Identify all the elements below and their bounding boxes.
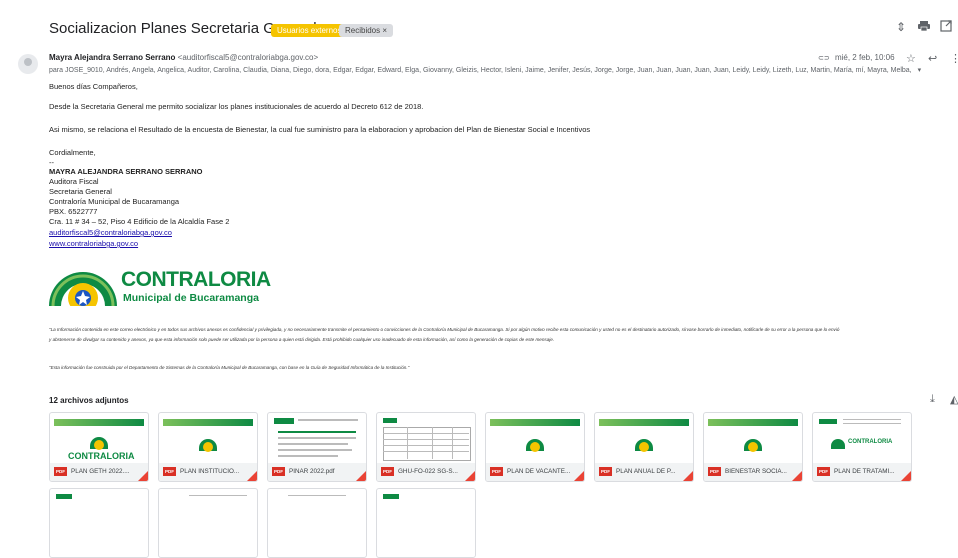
- attachment-filename: PDF PLAN GETH 2022....: [50, 463, 148, 481]
- attachment-card[interactable]: CONTRALORIA PDF PLAN DE TRATAMI...: [812, 412, 912, 482]
- signature-line: Secretaria General: [49, 187, 112, 196]
- signature-email-link[interactable]: auditorfiscal5@contraloriabga.gov.co: [49, 228, 172, 237]
- open-new-icon[interactable]: [940, 20, 952, 35]
- attachment-thumbnail: CONTRALORIA: [50, 413, 148, 463]
- recipients-list: para JOSE_9010, Andrés, Angela, Angelica…: [49, 67, 912, 74]
- contraloria-logo-icon: [49, 262, 117, 313]
- filename-text: BIENESTAR SOCIA...: [725, 468, 787, 475]
- attachment-card[interactable]: PDF PINAR 2022.pdf: [267, 412, 367, 482]
- signature-line: PBX. 6522777: [49, 207, 98, 216]
- thumb-logo-text: CONTRALORIA: [848, 439, 893, 445]
- attachment-card[interactable]: PDF PLAN INSTITUCIO...: [158, 412, 258, 482]
- reply-icon[interactable]: ↩: [928, 52, 937, 65]
- attachment-filename: PDF GHU-FO-022 SG-S...: [377, 463, 475, 481]
- recipients-line[interactable]: para JOSE_9010, Andrés, Angela, Angelica…: [49, 66, 921, 74]
- print-icon[interactable]: [918, 20, 930, 35]
- attachment-card[interactable]: CONTRALORIA PDF PLAN GETH 2022....: [49, 412, 149, 482]
- up-down-icon[interactable]: ⇕: [896, 20, 906, 34]
- filename-text: PLAN DE TRATAMI...: [834, 468, 895, 475]
- attachment-thumbnail: [595, 413, 693, 463]
- pdf-icon: PDF: [272, 466, 285, 476]
- attachments-title: 12 archivos adjuntos: [49, 396, 129, 405]
- more-icon[interactable]: ⋮: [950, 52, 958, 65]
- attachment-card[interactable]: PDF GHU-FO-022 SG-S...: [376, 412, 476, 482]
- pdf-icon: PDF: [381, 466, 394, 476]
- signature-name: MAYRA ALEJANDRA SERRANO SERRANO: [49, 167, 203, 176]
- attachment-filename: PDF PLAN DE TRATAMI...: [813, 463, 911, 481]
- closing: Cordialmente,: [49, 148, 96, 157]
- signature-web-link[interactable]: www.contraloriabga.gov.co: [49, 239, 138, 248]
- sender-email: <auditorfiscal5@contraloriabga.gov.co>: [177, 53, 319, 62]
- date-text: mié, 2 feb, 10:06: [834, 53, 895, 62]
- logo-title: CONTRALORIA: [121, 268, 271, 291]
- filename-text: PLAN ANUAL DE P...: [616, 468, 676, 475]
- attachment-card[interactable]: PDF BIENESTAR SOCIA...: [703, 412, 803, 482]
- pdf-icon: PDF: [817, 466, 830, 476]
- thumb-logo-text: CONTRALORIA: [68, 451, 135, 461]
- sender-name[interactable]: Mayra Alejandra Serrano Serrano: [49, 53, 175, 62]
- attachment-thumbnail: [486, 413, 584, 463]
- attachment-thumbnail: [159, 413, 257, 463]
- download-icon[interactable]: ⤓: [930, 393, 935, 406]
- star-icon[interactable]: ☆: [906, 52, 916, 65]
- greeting: Buenos días Compañeros,: [49, 82, 138, 91]
- attachment-filename: PDF PLAN INSTITUCIO...: [159, 463, 257, 481]
- filename-text: PLAN GETH 2022....: [71, 468, 130, 475]
- pdf-icon: PDF: [708, 466, 721, 476]
- attachment-thumbnail: [159, 489, 257, 539]
- pdf-icon: PDF: [490, 466, 503, 476]
- disclaimer-line: "La Información contenida en este correo…: [49, 327, 840, 332]
- chevron-down-icon[interactable]: ▾: [918, 67, 922, 74]
- attachment-thumbnail: [50, 489, 148, 539]
- signature-line: Contraloría Municipal de Bucaramanga: [49, 197, 180, 206]
- pdf-icon: PDF: [163, 466, 176, 476]
- label-recibidos[interactable]: Recibidos ×: [339, 24, 394, 37]
- attachment-thumbnail: [268, 489, 366, 539]
- pdf-icon: PDF: [54, 466, 67, 476]
- signature-dash: --: [49, 158, 54, 167]
- attachment-clip-icon: ⊂⊃: [818, 55, 830, 62]
- email-date: ⊂⊃ mié, 2 feb, 10:06: [818, 53, 895, 62]
- paragraph-2: Asi mismo, se relaciona el Resultado de …: [49, 125, 591, 134]
- signature-line: Cra. 11 # 34 – 52, Piso 4 Edificio de la…: [49, 217, 230, 226]
- signature-line: Auditora Fiscal: [49, 177, 99, 186]
- attachment-filename: PDF PLAN DE VACANTE...: [486, 463, 584, 481]
- attachment-thumbnail: [377, 489, 475, 539]
- attachment-thumbnail: [704, 413, 802, 463]
- attachment-filename: PDF BIENESTAR SOCIA...: [704, 463, 802, 481]
- label-usuarios-externos[interactable]: Usuarios externos: [271, 24, 348, 37]
- filename-text: PLAN DE VACANTE...: [507, 468, 571, 475]
- disclaimer-line: y abstenerse de divulgar su contenido y …: [49, 337, 555, 342]
- disclaimer-note: "Esta información fue construida por el …: [49, 365, 410, 370]
- avatar[interactable]: [18, 54, 38, 74]
- filename-text: GHU-FO-022 SG-S...: [398, 468, 458, 475]
- attachment-thumbnail: CONTRALORIA: [813, 413, 911, 463]
- attachment-filename: PDF PINAR 2022.pdf: [268, 463, 366, 481]
- sender-line: Mayra Alejandra Serrano Serrano <auditor…: [49, 53, 318, 62]
- attachment-thumbnail: [377, 413, 475, 463]
- drive-icon[interactable]: ◭: [950, 393, 958, 406]
- filename-text: PINAR 2022.pdf: [289, 468, 335, 475]
- pdf-icon: PDF: [599, 466, 612, 476]
- attachment-thumbnail: [268, 413, 366, 463]
- attachment-card[interactable]: PDF PLAN DE VACANTE...: [485, 412, 585, 482]
- attachment-filename: PDF PLAN ANUAL DE P...: [595, 463, 693, 481]
- paragraph-1: Desde la Secretaria General me permito s…: [49, 102, 424, 111]
- filename-text: PLAN INSTITUCIO...: [180, 468, 240, 475]
- attachment-card[interactable]: PDF PLAN ANUAL DE P...: [594, 412, 694, 482]
- logo-subtitle: Municipal de Bucaramanga: [123, 292, 259, 304]
